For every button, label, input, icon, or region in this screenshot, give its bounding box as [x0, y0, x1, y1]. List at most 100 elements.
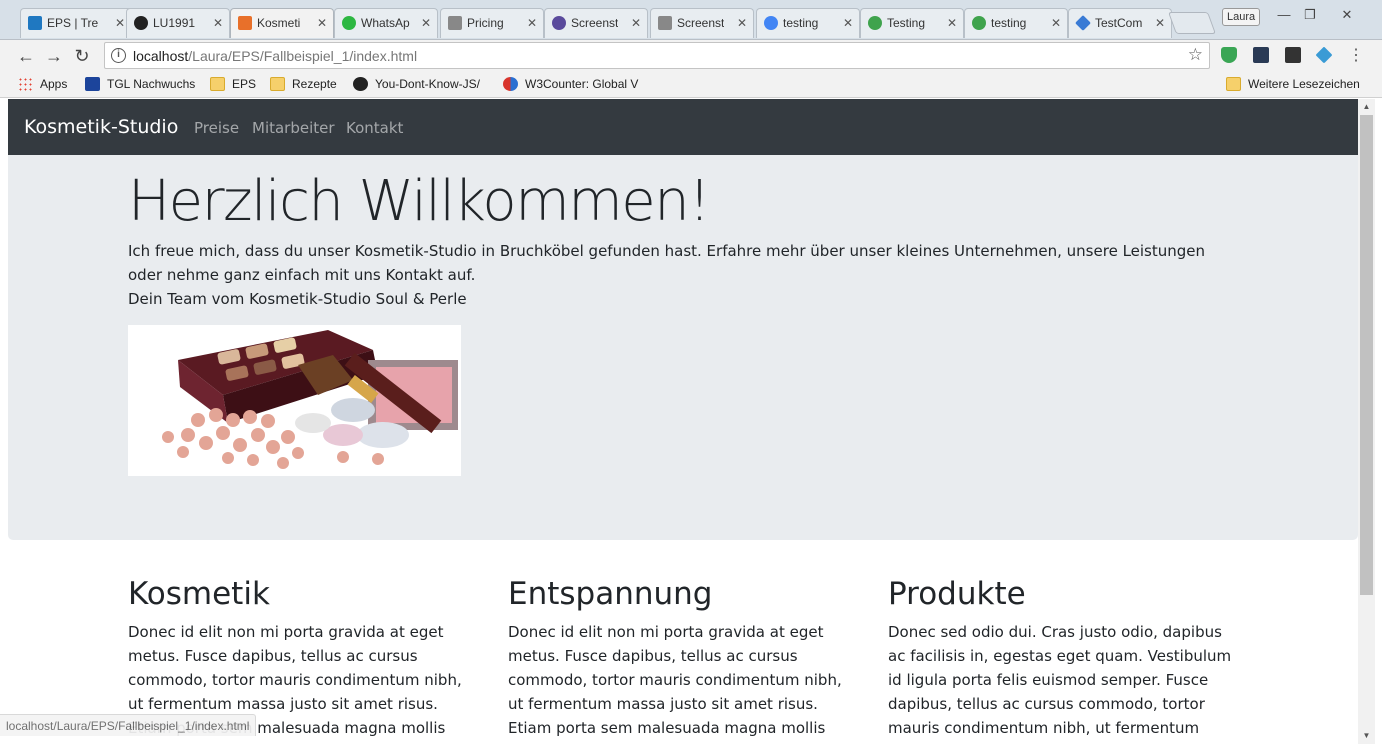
tab-kosmetik[interactable]: Kosmeti ✕ [230, 8, 334, 38]
close-icon[interactable]: ✕ [631, 9, 641, 37]
info-icon[interactable]: i [111, 48, 126, 63]
tab-title: WhatsAp [361, 16, 410, 30]
close-icon[interactable]: ✕ [1051, 9, 1061, 37]
tab-google-testing[interactable]: testing ✕ [756, 8, 860, 38]
close-icon[interactable]: ✕ [317, 9, 327, 37]
trello-icon [28, 16, 42, 30]
tab-title: LU1991 [153, 16, 196, 30]
column-text: Donec sed odio dui. Cras justo odio, dap… [888, 623, 1232, 744]
scroll-down-arrow-icon[interactable]: ▼ [1358, 728, 1375, 744]
close-icon[interactable]: ✕ [213, 9, 223, 37]
close-icon[interactable]: ✕ [421, 9, 431, 37]
selenium-extension-icon[interactable] [1285, 47, 1301, 63]
google-icon [764, 16, 778, 30]
close-icon[interactable]: ✕ [843, 9, 853, 37]
tab-strip: EPS | Tre ✕ LU1991 ✕ Kosmeti ✕ WhatsAp ✕… [0, 0, 1382, 40]
hero-text: Ich freue mich, dass du unser Kosmetik-S… [128, 239, 1228, 311]
close-icon[interactable]: ✕ [947, 9, 957, 37]
close-icon[interactable]: ✕ [115, 9, 125, 37]
tab-testcom[interactable]: TestCom ✕ [1068, 8, 1172, 38]
whatsapp-icon [342, 16, 356, 30]
cosmetics-image [128, 325, 461, 476]
camera-icon [658, 16, 672, 30]
column-produkte: Produkte Donec sed odio dui. Cras justo … [888, 576, 1238, 744]
bookmark-label: EPS [232, 77, 257, 91]
bookmark-ydkjs[interactable]: You-Dont-Know-JS/ [353, 76, 493, 93]
tab-title: Screenst [571, 16, 619, 30]
new-tab-button[interactable] [1167, 12, 1217, 34]
browser-toolbar: ← → ↻ i localhost/Laura/EPS/Fallbeispiel… [0, 40, 1382, 71]
forward-button[interactable]: → [42, 44, 66, 68]
tab-screenshot-1[interactable]: Screenst ✕ [544, 8, 648, 38]
kebab-menu-icon[interactable]: ⋮ [1348, 45, 1364, 65]
bookmark-w3counter[interactable]: W3Counter: Global V [503, 76, 643, 93]
bookmarks-bar: Apps TGL Nachwuchs EPS Rezepte You-Dont-… [0, 71, 1382, 98]
bookmark-tgl[interactable]: TGL Nachwuchs [85, 76, 195, 93]
close-icon[interactable]: ✕ [527, 9, 537, 37]
close-window-button[interactable]: ✕ [1336, 6, 1358, 24]
tab-trello[interactable]: EPS | Tre ✕ [20, 8, 132, 38]
bookmark-label: Apps [40, 77, 68, 91]
bookmark-rezepte[interactable]: Rezepte [270, 76, 337, 93]
address-bar[interactable]: i localhost/Laura/EPS/Fallbeispiel_1/ind… [104, 42, 1210, 69]
close-icon[interactable]: ✕ [1155, 9, 1165, 37]
bookmark-label: Weitere Lesezeichen [1248, 77, 1360, 91]
close-icon[interactable]: ✕ [737, 9, 747, 37]
url-host: localhost [133, 48, 189, 64]
bookmark-other[interactable]: Weitere Lesezeichen [1226, 76, 1360, 93]
nav-link-preise[interactable]: Preise [194, 119, 239, 137]
reload-button[interactable]: ↻ [70, 44, 94, 68]
hero-signature: Dein Team vom Kosmetik-Studio Soul & Per… [128, 290, 467, 308]
page-viewport: Kosmetik-Studio Preise Mitarbeiter Konta… [0, 99, 1382, 744]
tab-title: testing [991, 16, 1027, 30]
scroll-thumb[interactable] [1360, 115, 1373, 595]
diamond-icon [1075, 15, 1091, 31]
scroll-up-arrow-icon[interactable]: ▲ [1358, 99, 1375, 115]
url-path: /Laura/EPS/Fallbeispiel_1/index.html [188, 48, 418, 64]
apps-grid-icon [18, 77, 33, 91]
folder-icon [1226, 77, 1241, 91]
testing-icon [972, 16, 986, 30]
cosmetics-illustration [162, 330, 458, 469]
tab-testing-2[interactable]: testing ✕ [964, 8, 1068, 38]
profile-button[interactable]: Laura [1222, 8, 1261, 26]
shield-extension-icon[interactable] [1221, 47, 1237, 63]
tab-title: testing [783, 16, 819, 30]
bookmark-label: You-Dont-Know-JS/ [375, 77, 480, 91]
bookmark-star-icon[interactable]: ☆ [1188, 45, 1203, 65]
diamond-extension-icon[interactable] [1315, 46, 1333, 64]
gmx-icon [85, 77, 100, 91]
tab-github[interactable]: LU1991 ✕ [126, 8, 230, 38]
restore-button[interactable]: ❐ [1299, 6, 1321, 24]
w3counter-icon [503, 77, 518, 91]
u-extension-icon[interactable] [1253, 47, 1269, 63]
column-heading: Kosmetik [128, 576, 270, 612]
back-button[interactable]: ← [14, 44, 38, 68]
html-file-icon [238, 16, 252, 30]
tab-screenshot-2[interactable]: Screenst ✕ [650, 8, 754, 38]
bookmark-label: Rezepte [292, 77, 337, 91]
hero-intro: Ich freue mich, dass du unser Kosmetik-S… [128, 242, 1206, 284]
hero-section: Herzlich Willkommen! Ich freue mich, das… [8, 155, 1358, 540]
nav-link-kontakt[interactable]: Kontakt [346, 119, 403, 137]
bookmark-eps[interactable]: EPS [210, 76, 256, 93]
github-icon [353, 77, 368, 91]
url-text[interactable]: localhost/Laura/EPS/Fallbeispiel_1/index… [133, 48, 417, 64]
tab-title: Kosmeti [257, 16, 301, 30]
bookmark-label: TGL Nachwuchs [107, 77, 196, 91]
site-brand[interactable]: Kosmetik-Studio [24, 116, 178, 138]
tab-testing-1[interactable]: Testing ✕ [860, 8, 964, 38]
vertical-scrollbar[interactable]: ▲ ▼ [1358, 99, 1375, 744]
tab-whatsapp[interactable]: WhatsAp ✕ [334, 8, 438, 38]
tab-pricing[interactable]: Pricing ✕ [440, 8, 544, 38]
folder-icon [270, 77, 285, 91]
nav-link-mitarbeiter[interactable]: Mitarbeiter [252, 119, 335, 137]
testing-icon [868, 16, 882, 30]
hero-title: Herzlich Willkommen! [128, 169, 711, 234]
column-heading: Entspannung [508, 576, 713, 612]
bookmark-apps[interactable]: Apps [18, 76, 67, 93]
minimize-button[interactable]: — [1273, 6, 1295, 24]
site-navbar: Kosmetik-Studio Preise Mitarbeiter Konta… [8, 99, 1358, 155]
tab-title: Screenst [677, 16, 725, 30]
tab-title: EPS | Tre [47, 16, 99, 30]
